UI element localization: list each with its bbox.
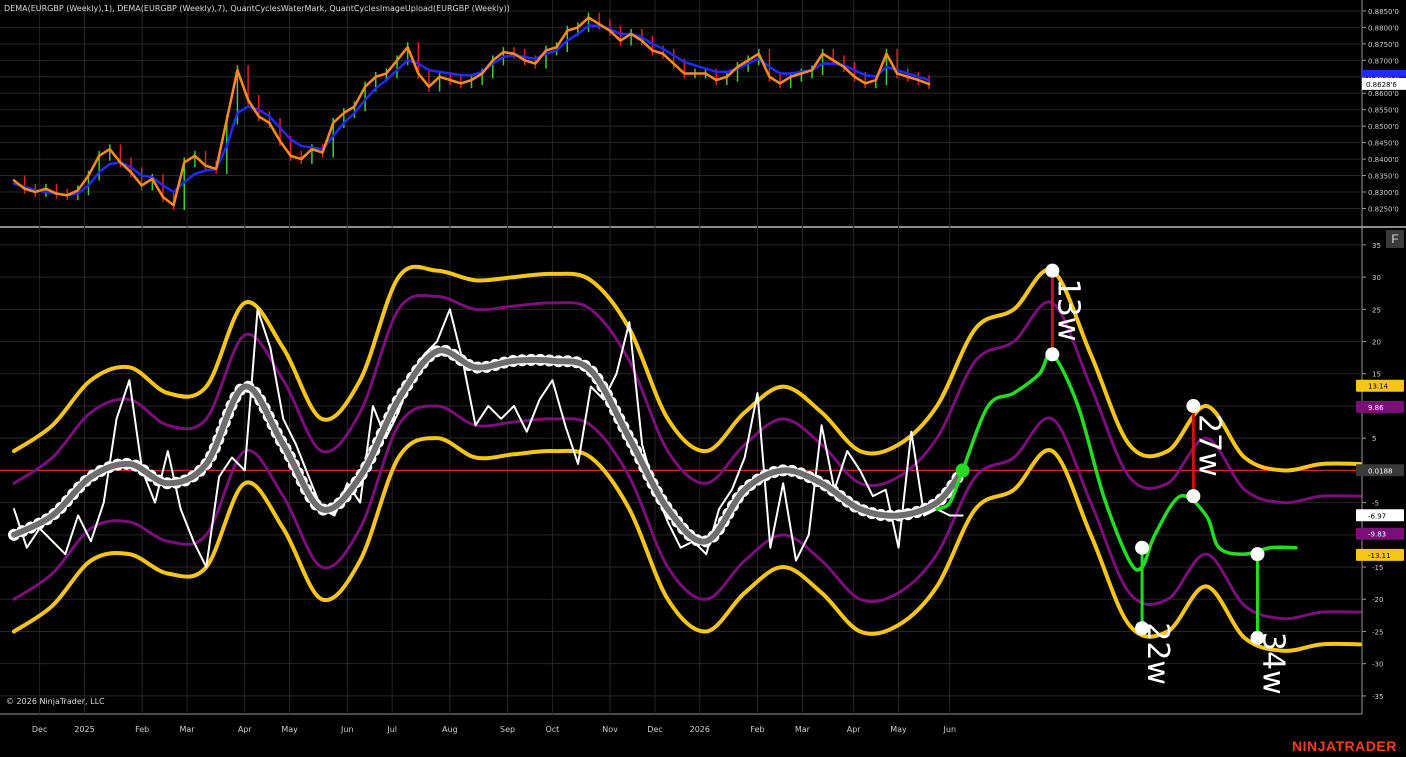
projection-line xyxy=(935,351,1298,572)
x-tick-label: 2026 xyxy=(690,725,710,734)
y-tick-label: 0.8600'0 xyxy=(1368,90,1399,98)
x-tick-label: Dec xyxy=(32,725,47,734)
value-tag-label: -9.83 xyxy=(1368,531,1386,539)
cycle-period-label: 34w xyxy=(1255,632,1290,695)
y-tick-label: 0.8550'0 xyxy=(1368,107,1399,115)
x-tick-label: Nov xyxy=(602,725,618,734)
value-tag-label: 0.0188 xyxy=(1368,467,1393,475)
y-tick-label: -25 xyxy=(1372,628,1383,636)
y-tick-label: 0.8700'0 xyxy=(1368,57,1399,65)
projection-start-dot xyxy=(955,463,970,478)
x-tick-label: Dec xyxy=(647,725,662,734)
y-tick-label: 0.8500'0 xyxy=(1368,123,1399,131)
y-tick-label: -5 xyxy=(1372,500,1379,508)
x-tick-label: Feb xyxy=(135,725,149,734)
cycle-period-label: 27w xyxy=(1191,414,1226,477)
x-tick-label: Sep xyxy=(500,725,515,734)
cycle-period-label: 22w xyxy=(1140,622,1175,685)
cycle-line xyxy=(11,347,966,545)
cycle-period-label: 13w xyxy=(1050,279,1085,342)
value-tag-label: 9.86 xyxy=(1368,404,1384,412)
y-tick-label: 0.8400'0 xyxy=(1368,156,1399,164)
ninjatrader-logo: NINJATRADER xyxy=(1292,738,1397,754)
cycle-marker-dot xyxy=(1250,547,1265,562)
cycle-dots-outline xyxy=(8,344,969,548)
x-tick-label: Mar xyxy=(180,725,196,734)
y-tick-label: 0.8750'0 xyxy=(1368,41,1399,49)
indicator-title: DEMA(EURGBP (Weekly),1), DEMA(EURGBP (We… xyxy=(4,4,510,13)
x-tick-label: Feb xyxy=(750,725,764,734)
y-tick-label: 5 xyxy=(1372,435,1376,443)
y-tick-label: 0.8450'0 xyxy=(1368,140,1399,148)
y-tick-label: -20 xyxy=(1372,596,1383,604)
x-tick-label: 2025 xyxy=(74,725,94,734)
inner-upper-band xyxy=(12,293,1362,505)
y-tick-label: 35 xyxy=(1372,242,1381,250)
dema7-line xyxy=(12,24,931,197)
y-tick-label: 0.8300'0 xyxy=(1368,189,1399,197)
value-tag-label: -13.11 xyxy=(1368,552,1391,560)
cycle-marker-dot xyxy=(1045,347,1060,362)
value-tag-label: -6.97 xyxy=(1368,512,1386,520)
cycle-marker-dot xyxy=(1135,540,1150,555)
y-tick-label: 15 xyxy=(1372,371,1381,379)
chart-canvas: Dec 2025 Feb Mar Apr May Jun Jul Aug Sep Oct Nov Dec… xyxy=(0,0,1406,734)
x-tick-label: Aug xyxy=(442,725,458,734)
panel-f-button[interactable]: F xyxy=(1386,230,1404,248)
y-tick-label: 0.8350'0 xyxy=(1368,173,1399,181)
y-tick-label: 0.8250'0 xyxy=(1368,205,1399,213)
cycle-marker-dot xyxy=(1186,489,1201,504)
x-tick-label: Oct xyxy=(545,725,559,734)
x-tick-label: Jun xyxy=(340,725,354,734)
x-tick-label: Jun xyxy=(943,725,957,734)
last-price-label: 0.8628'6 xyxy=(1366,81,1397,89)
x-tick-label: May xyxy=(281,725,298,734)
cycle-marker-dot xyxy=(1045,263,1060,278)
y-tick-label: 0.8800'0 xyxy=(1368,24,1399,32)
value-tag-label: 13.14 xyxy=(1368,383,1389,391)
y-tick-label: 25 xyxy=(1372,306,1381,314)
y-tick-label: -30 xyxy=(1372,661,1383,669)
y-tick-label: -35 xyxy=(1372,693,1383,701)
x-tick-label: Mar xyxy=(795,725,811,734)
dema7-price-tag xyxy=(1362,69,1406,77)
y-tick-label: -15 xyxy=(1372,564,1383,572)
y-tick-label: 30 xyxy=(1372,274,1381,282)
y-tick-label: 20 xyxy=(1372,339,1381,347)
x-tick-label: Apr xyxy=(847,725,862,734)
x-tick-label: Jul xyxy=(386,725,397,734)
cycle-marker-dot xyxy=(1186,398,1201,413)
x-tick-label: Apr xyxy=(238,725,253,734)
x-tick-label: May xyxy=(890,725,907,734)
y-tick-label: 0.8850'0 xyxy=(1368,8,1399,16)
copyright-text: © 2026 NinjaTrader, LLC xyxy=(6,697,105,706)
